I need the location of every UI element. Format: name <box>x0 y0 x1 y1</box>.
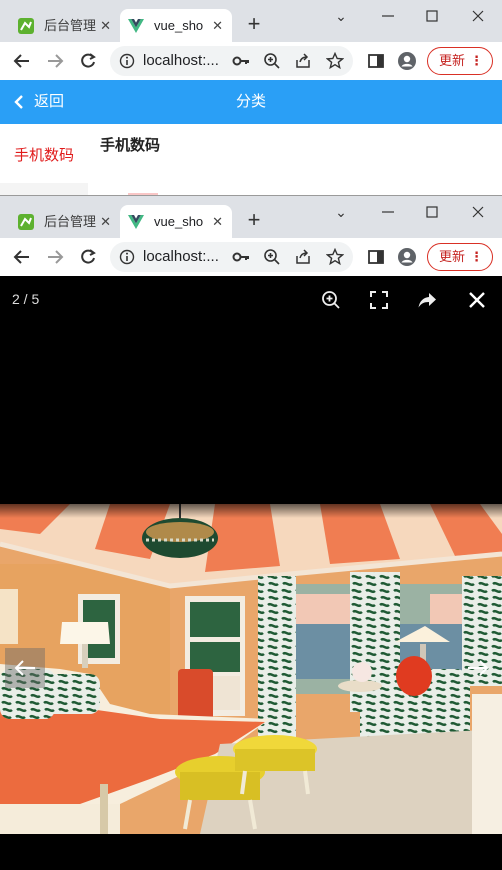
url-text: localhost:... <box>143 52 219 69</box>
tab-search-chevron-icon[interactable]: ⌄ <box>331 202 351 222</box>
reload-icon[interactable] <box>78 51 98 71</box>
site-info-icon[interactable] <box>119 249 135 265</box>
tab-strip: 后台管理 ✕ vue_sho ✕ + ⌄ <box>0 0 502 42</box>
update-label: 更新 <box>439 53 466 68</box>
tab-close-icon[interactable]: ✕ <box>100 205 111 238</box>
zoom-in-icon[interactable] <box>321 290 341 310</box>
back-arrow-icon[interactable] <box>12 247 32 267</box>
tab-admin[interactable]: 后台管理 ✕ <box>10 9 120 42</box>
maximize-icon[interactable] <box>422 6 442 26</box>
forward-arrow-icon[interactable] <box>45 51 65 71</box>
new-tab-button[interactable]: + <box>244 13 264 35</box>
tab-title: 后台管理 <box>44 214 97 229</box>
key-icon[interactable] <box>232 53 250 69</box>
vue-favicon-icon <box>128 215 144 229</box>
previous-arrow-icon[interactable] <box>5 648 45 688</box>
page-title: 分类 <box>235 93 266 110</box>
zoom-icon[interactable] <box>263 52 281 70</box>
vue-favicon-icon <box>128 19 144 33</box>
sidebar-item-phones[interactable]: 手机数码 <box>14 144 74 165</box>
maximize-icon[interactable] <box>422 202 442 222</box>
share-arrow-icon[interactable] <box>417 290 437 310</box>
update-button[interactable]: 更新 ⋮ <box>427 243 493 271</box>
site-info-icon[interactable] <box>119 53 135 69</box>
browser-window-bottom: 后台管理 ✕ vue_sho ✕ + ⌄ localhost:... 更新 ⋮ … <box>0 195 502 870</box>
category-title: 手机数码 <box>100 137 161 154</box>
tab-title: vue_sho <box>154 214 204 229</box>
address-bar[interactable]: localhost:... <box>110 46 353 76</box>
close-viewer-icon[interactable] <box>467 290 487 310</box>
address-bar[interactable]: localhost:... <box>110 242 353 272</box>
back-arrow-icon[interactable] <box>12 51 32 71</box>
sidebar-background <box>0 183 88 195</box>
url-text: localhost:... <box>143 248 219 265</box>
side-panel-icon[interactable] <box>366 51 386 71</box>
zoom-icon[interactable] <box>263 248 281 266</box>
forward-arrow-icon[interactable] <box>45 247 65 267</box>
profile-avatar-icon[interactable] <box>397 51 417 71</box>
tab-strip: 后台管理 ✕ vue_sho ✕ + ⌄ <box>0 196 502 238</box>
fullscreen-icon[interactable] <box>369 290 389 310</box>
close-window-icon[interactable] <box>468 6 488 26</box>
browser-window-top: 后台管理 ✕ vue_sho ✕ + ⌄ localhost:... 更新 ⋮ … <box>0 0 502 195</box>
admin-favicon-icon <box>18 214 34 230</box>
browser-toolbar: localhost:... 更新 ⋮ <box>0 42 502 80</box>
next-arrow-icon[interactable] <box>458 648 498 688</box>
tab-title: 后台管理 <box>44 18 97 33</box>
bedroom-photo <box>0 504 502 834</box>
image-counter: 2 / 5 <box>12 291 40 307</box>
update-label: 更新 <box>439 249 466 264</box>
tab-vue-shop[interactable]: vue_sho ✕ <box>120 205 232 238</box>
minimize-icon[interactable] <box>378 202 398 222</box>
key-icon[interactable] <box>232 249 250 265</box>
tab-close-icon[interactable]: ✕ <box>100 9 111 42</box>
share-icon[interactable] <box>294 248 312 266</box>
share-icon[interactable] <box>294 52 312 70</box>
reload-icon[interactable] <box>78 247 98 267</box>
app-header: 返回 分类 <box>0 80 502 124</box>
admin-favicon-icon <box>18 18 34 34</box>
browser-toolbar: localhost:... 更新 ⋮ <box>0 238 502 276</box>
close-window-icon[interactable] <box>468 202 488 222</box>
update-button[interactable]: 更新 ⋮ <box>427 47 493 75</box>
tab-admin[interactable]: 后台管理 ✕ <box>10 205 120 238</box>
tab-search-chevron-icon[interactable]: ⌄ <box>331 6 351 26</box>
tab-close-icon[interactable]: ✕ <box>212 205 223 238</box>
minimize-icon[interactable] <box>378 6 398 26</box>
bookmark-star-icon[interactable] <box>326 52 344 70</box>
profile-avatar-icon[interactable] <box>397 247 417 267</box>
bookmark-star-icon[interactable] <box>326 248 344 266</box>
side-panel-icon[interactable] <box>366 247 386 267</box>
menu-kebab-icon: ⋮ <box>470 249 483 264</box>
tab-close-icon[interactable]: ✕ <box>212 9 223 42</box>
menu-kebab-icon: ⋮ <box>470 53 483 68</box>
tab-title: vue_sho <box>154 18 204 33</box>
new-tab-button[interactable]: + <box>244 209 264 231</box>
tab-vue-shop[interactable]: vue_sho ✕ <box>120 9 232 42</box>
